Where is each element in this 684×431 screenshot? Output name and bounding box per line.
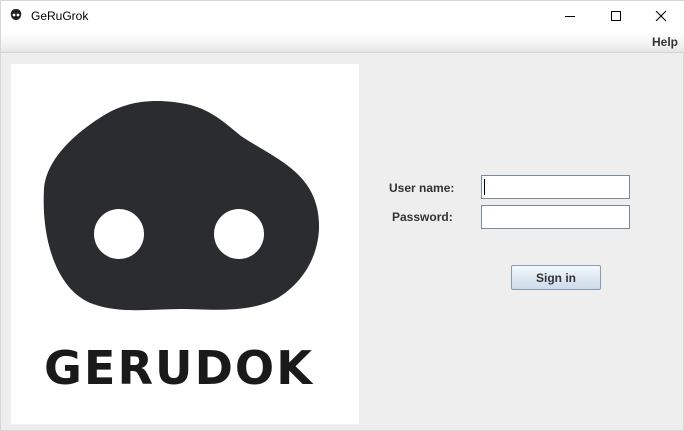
mask-icon bbox=[10, 9, 22, 20]
maximize-icon bbox=[611, 11, 621, 21]
window-title: GeRuGrok bbox=[31, 9, 89, 23]
mask-eye-left bbox=[94, 209, 144, 259]
menu-help[interactable]: Help bbox=[652, 35, 678, 49]
minimize-icon bbox=[565, 16, 575, 17]
minimize-button[interactable] bbox=[547, 1, 593, 31]
menu-bar: Help bbox=[1, 31, 684, 53]
username-input[interactable] bbox=[481, 175, 630, 199]
mask-shape bbox=[43, 101, 320, 311]
maximize-button[interactable] bbox=[593, 1, 639, 31]
logo-panel: GERUDOK bbox=[11, 64, 359, 424]
app-window: GeRuGrok Help GERUDOK User name: Passwor… bbox=[0, 0, 684, 431]
text-caret bbox=[484, 179, 485, 195]
password-input[interactable] bbox=[481, 205, 630, 229]
close-button[interactable] bbox=[638, 1, 684, 31]
title-bar[interactable]: GeRuGrok bbox=[1, 1, 684, 31]
sign-in-button[interactable]: Sign in bbox=[511, 265, 601, 290]
close-icon bbox=[655, 10, 667, 22]
logo-text: GERUDOK bbox=[44, 341, 314, 395]
gerudok-logo: GERUDOK bbox=[43, 101, 320, 395]
username-label: User name: bbox=[389, 181, 455, 195]
password-label: Password: bbox=[392, 210, 453, 224]
mask-eye-right bbox=[214, 209, 264, 259]
